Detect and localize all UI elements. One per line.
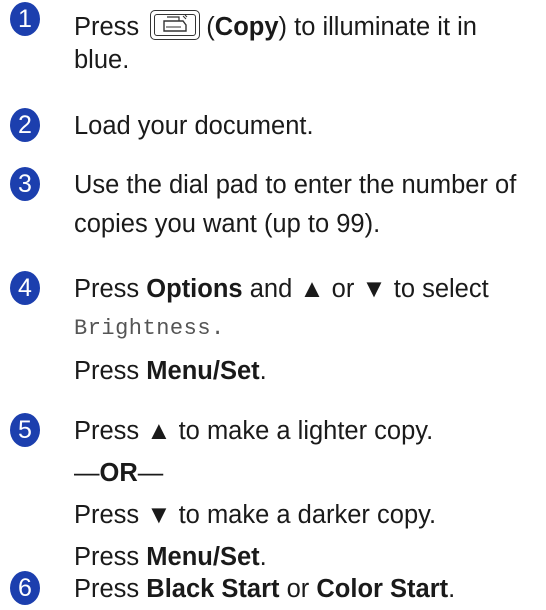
step-4-press-2: Press: [74, 357, 140, 385]
step-4-period: .: [259, 357, 267, 385]
step-number-2: 2: [10, 108, 40, 142]
step-1-paren-open: (: [206, 13, 215, 41]
step-5-dash-right: —: [137, 459, 164, 487]
step-number-5: 5: [10, 413, 40, 447]
step-1-rest: to illuminate it in: [294, 13, 477, 41]
step-number-3: 3: [10, 167, 40, 201]
step-5-menu-set: Menu/Set: [146, 543, 260, 571]
step-6-line-1: Press Black Start or Color Start.: [74, 574, 455, 604]
step-number-6: 6: [10, 571, 40, 605]
step-3-line-2: copies you want (up to 99).: [74, 210, 381, 238]
step-5-line-4: Press Menu/Set.: [74, 542, 267, 572]
step-number-4: 4: [10, 271, 40, 305]
step-1-line-1: Press (Copy) to illuminate it in: [74, 5, 477, 42]
step-6-period: .: [448, 575, 456, 603]
step-6-press: Press: [74, 575, 140, 603]
step-1-press: Press: [74, 13, 140, 41]
step-4-press: Press: [74, 275, 140, 303]
step-6-or: or: [286, 575, 310, 603]
step-5-or: —OR—: [74, 458, 163, 488]
step-1-copy-label: Copy: [214, 13, 279, 41]
step-5-or-label: OR: [99, 459, 138, 487]
copy-key-icon: [150, 10, 201, 40]
step-5-period: .: [259, 543, 267, 571]
step-3-line-1: Use the dial pad to enter the number of: [74, 171, 517, 199]
step-4-line-1: Press Options and ▲ or ▼ to select: [74, 274, 489, 304]
step-6-color-start: Color Start: [316, 575, 449, 603]
copier-glyph-icon: [163, 14, 188, 32]
step-5-dash-left: —: [74, 459, 100, 487]
step-5-line-1: Press ▲ to make a lighter copy.: [74, 417, 434, 445]
step-4-brightness: Brightness.: [74, 316, 225, 341]
step-1-paren-close: ): [278, 13, 288, 41]
step-number-1: 1: [10, 2, 40, 36]
step-5-press-2: Press: [74, 543, 140, 571]
step-5-line-3: Press ▼ to make a darker copy.: [74, 501, 437, 529]
step-1-line-2: blue.: [74, 46, 130, 74]
step-4-line-3: Press Menu/Set.: [74, 356, 267, 386]
step-4-mid: and ▲ or ▼ to select: [249, 275, 489, 303]
step-4-menu-set: Menu/Set: [146, 357, 260, 385]
step-2-line-1: Load your document.: [74, 112, 314, 140]
step-4-options: Options: [146, 275, 243, 303]
step-6-black-start: Black Start: [146, 575, 280, 603]
